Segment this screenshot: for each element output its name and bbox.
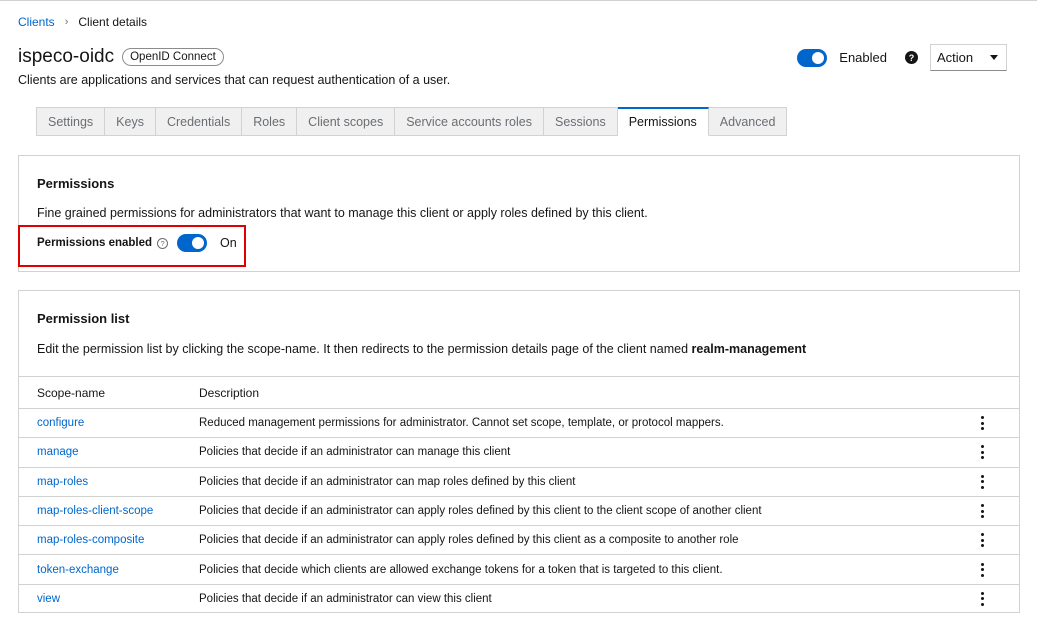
permissions-enabled-row: Permissions enabled ? On: [37, 234, 237, 252]
permission-list-card: Permission list Edit the permission list…: [18, 290, 1020, 613]
permission-list-title: Permission list: [37, 311, 130, 326]
breadcrumb: Clients › Client details: [18, 15, 147, 29]
page-subtitle: Clients are applications and services th…: [18, 73, 451, 87]
permission-list-description-text: Edit the permission list by clicking the…: [37, 342, 692, 356]
scope-description: Policies that decide which clients are a…: [199, 563, 723, 576]
scope-description: Reduced management permissions for admin…: [199, 417, 724, 430]
permissions-card: Permissions Fine grained permissions for…: [18, 155, 1020, 272]
tab-keys[interactable]: Keys: [105, 107, 156, 136]
title-row: ispeco-oidc OpenID Connect: [18, 46, 224, 68]
protocol-badge: OpenID Connect: [122, 48, 224, 66]
tab-credentials[interactable]: Credentials: [155, 107, 243, 136]
scope-link-view[interactable]: view: [19, 593, 199, 605]
enabled-toggle[interactable]: [797, 48, 828, 67]
row-kebab-menu-icon[interactable]: [979, 445, 985, 460]
scope-link-map-roles-composite[interactable]: map-roles-composite: [19, 534, 199, 546]
table-row: token-exchange Policies that decide whic…: [19, 554, 1019, 583]
scope-link-token-exchange[interactable]: token-exchange: [19, 564, 199, 576]
tab-settings[interactable]: Settings: [36, 107, 106, 136]
action-dropdown-label: Action: [937, 50, 974, 65]
caret-down-icon: [990, 55, 998, 60]
column-header-description: Description: [199, 385, 260, 400]
table-row: view Policies that decide if an administ…: [19, 583, 1019, 613]
row-kebab-menu-icon[interactable]: [979, 474, 985, 489]
permissions-enabled-toggle[interactable]: [177, 234, 208, 252]
row-kebab-menu-icon[interactable]: [979, 562, 985, 577]
scope-description: Policies that decide if an administrator…: [199, 534, 739, 547]
scope-link-map-roles[interactable]: map-roles: [19, 476, 199, 488]
scope-description: Policies that decide if an administrator…: [199, 446, 511, 459]
permission-list-description: Edit the permission list by clicking the…: [37, 342, 806, 356]
column-header-scope-name: Scope-name: [37, 385, 106, 400]
table-row: configure Reduced management permissions…: [19, 408, 1019, 437]
help-icon[interactable]: ?: [905, 51, 918, 64]
table-row: manage Policies that decide if an admini…: [19, 437, 1019, 466]
permissions-title: Permissions: [37, 176, 115, 191]
permissions-toggle-state: On: [220, 236, 237, 250]
row-kebab-menu-icon[interactable]: [979, 533, 985, 548]
permission-table: Scope-name Description configure Reduced…: [19, 376, 1019, 613]
tab-service-accounts-roles[interactable]: Service accounts roles: [395, 107, 544, 136]
breadcrumb-separator-icon: ›: [64, 16, 69, 28]
scope-link-configure[interactable]: configure: [19, 417, 199, 429]
breadcrumb-current: Client details: [78, 15, 148, 29]
tab-advanced[interactable]: Advanced: [708, 107, 788, 136]
table-row: map-roles Policies that decide if an adm…: [19, 466, 1019, 496]
scope-link-manage[interactable]: manage: [19, 446, 199, 458]
table-row: map-roles-composite Policies that decide…: [19, 525, 1019, 554]
permissions-description: Fine grained permissions for administrat…: [37, 206, 648, 220]
header-controls: Enabled ? Action: [797, 44, 1007, 71]
scope-description: Policies that decide if an administrator…: [199, 592, 492, 605]
help-icon[interactable]: ?: [157, 237, 169, 249]
tab-permissions[interactable]: Permissions: [617, 107, 709, 136]
row-kebab-menu-icon[interactable]: [979, 416, 985, 431]
permissions-enabled-label: Permissions enabled: [37, 237, 153, 249]
action-dropdown[interactable]: Action: [930, 44, 1007, 71]
scope-description: Policies that decide if an administrator…: [199, 505, 762, 518]
tab-client-scopes[interactable]: Client scopes: [297, 107, 396, 136]
tab-sessions[interactable]: Sessions: [543, 107, 618, 136]
enabled-label: Enabled: [839, 50, 887, 65]
client-tabs: Settings Keys Credentials Roles Client s…: [36, 107, 788, 136]
row-kebab-menu-icon[interactable]: [979, 591, 985, 606]
scope-description: Policies that decide if an administrator…: [199, 475, 576, 488]
tab-roles[interactable]: Roles: [242, 107, 298, 136]
realm-management-name: realm-management: [691, 342, 807, 356]
breadcrumb-clients-link[interactable]: Clients: [18, 15, 55, 29]
table-row: map-roles-client-scope Policies that dec…: [19, 495, 1019, 525]
page-title: ispeco-oidc: [18, 46, 115, 67]
row-kebab-menu-icon[interactable]: [979, 504, 985, 519]
scope-link-map-roles-client-scope[interactable]: map-roles-client-scope: [19, 505, 199, 517]
table-header: Scope-name Description: [19, 376, 1019, 408]
